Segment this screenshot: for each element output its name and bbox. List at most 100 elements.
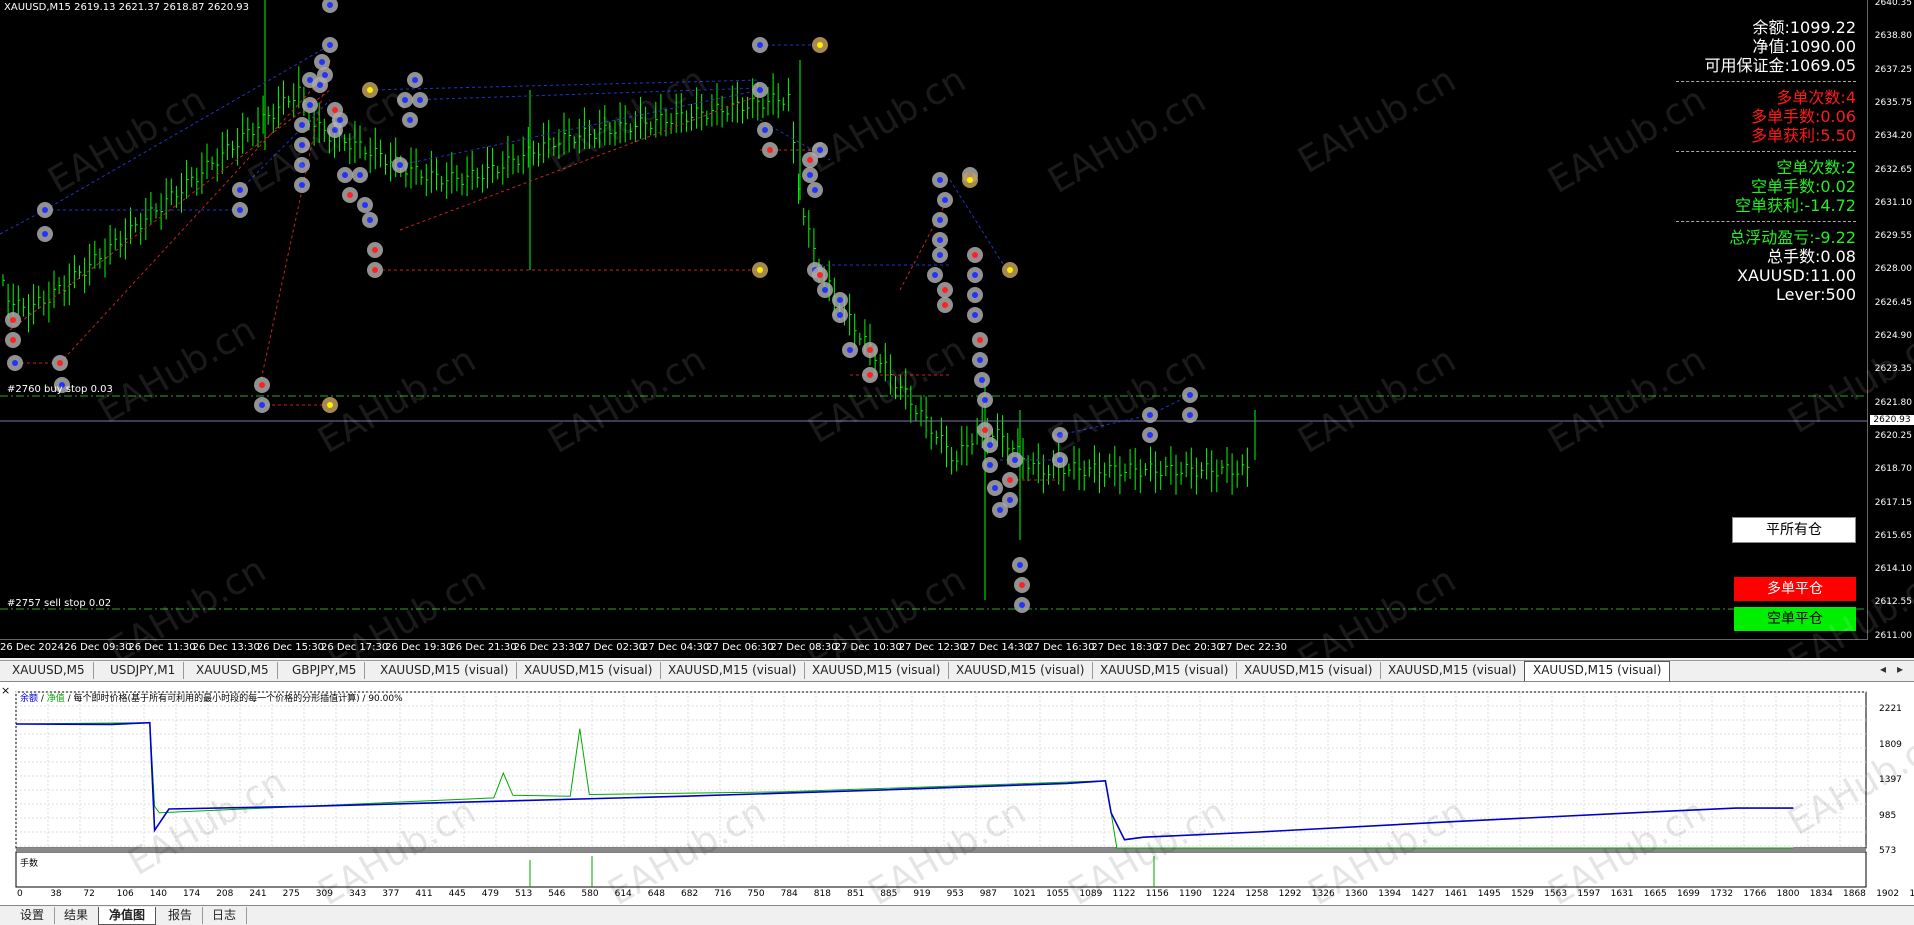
- divider: [1676, 221, 1856, 222]
- chart-tab[interactable]: XAUUSD,M15 (visual): [1380, 662, 1525, 679]
- trade-marker-dot: [1019, 602, 1025, 608]
- chart-tab[interactable]: XAUUSD,M15 (visual): [1524, 661, 1670, 681]
- graph-x-tick-label: 1190: [1179, 889, 1202, 899]
- chart-tab[interactable]: XAUUSD,M15 (visual): [516, 662, 661, 679]
- time-tick-label: 27 Dec 06:30: [706, 642, 773, 653]
- chart-tab[interactable]: XAUUSD,M15 (visual): [1236, 662, 1381, 679]
- trade-marker-dot: [977, 337, 983, 343]
- time-tick-label: 27 Dec 10:30: [835, 642, 902, 653]
- trade-marker-dot: [1007, 497, 1013, 503]
- tester-tab[interactable]: 净值图: [98, 907, 156, 925]
- graph-x-tick-label: 1868: [1843, 889, 1866, 899]
- chart-tab[interactable]: GBPJPY,M5: [284, 662, 365, 679]
- trade-link-line: [240, 100, 330, 190]
- price-tick-label: 2624.90: [1875, 331, 1912, 341]
- graph-x-tick-label: 784: [781, 889, 798, 899]
- trade-marker-dot: [10, 337, 16, 343]
- trade-link-line: [260, 60, 330, 385]
- chart-tab[interactable]: XAUUSD,M5: [188, 662, 278, 679]
- time-tick-label: 26 Dec 11:30: [128, 642, 195, 653]
- close-all-positions-button[interactable]: 平所有仓: [1732, 517, 1856, 543]
- trade-marker-dot: [299, 162, 305, 168]
- trade-marker-dot: [327, 2, 333, 8]
- graph-x-tick-label: 1766: [1743, 889, 1766, 899]
- trade-link-line: [370, 80, 760, 90]
- chart-tab[interactable]: XAUUSD,M15 (visual): [948, 662, 1093, 679]
- time-tick-label: 27 Dec 04:30: [642, 642, 709, 653]
- time-tick-label: 26 Dec 13:30: [193, 642, 260, 653]
- trade-marker-dot: [397, 162, 403, 168]
- graph-x-tick-label: 987: [980, 889, 997, 899]
- trade-marker-dot: [942, 197, 948, 203]
- trade-marker-dot: [817, 147, 823, 153]
- time-tick-label: 26 Dec 17:30: [321, 642, 388, 653]
- time-tick-label: 26 Dec 2024: [0, 642, 64, 653]
- graph-x-tick-label: 1461: [1445, 889, 1468, 899]
- legend-balance: 余额: [20, 694, 38, 704]
- graph-x-tick-label: 818: [814, 889, 831, 899]
- tester-tab[interactable]: 设置: [10, 907, 55, 924]
- trade-marker-dot: [937, 217, 943, 223]
- price-tick-label: 2617.15: [1875, 498, 1912, 508]
- chart-tab[interactable]: XAUUSD,M15 (visual): [1092, 662, 1237, 679]
- trade-marker-dot: [812, 187, 818, 193]
- chart-tab[interactable]: USDJPY,M1: [102, 662, 184, 679]
- tester-tab[interactable]: 日志: [202, 907, 247, 924]
- time-tick-label: 26 Dec 21:30: [449, 642, 516, 653]
- chart-tab[interactable]: XAUUSD,M15 (visual): [660, 662, 805, 679]
- trade-marker-dot: [932, 272, 938, 278]
- trade-marker-dot: [367, 87, 373, 93]
- time-tick-label: 27 Dec 22:30: [1220, 642, 1287, 653]
- close-icon[interactable]: ×: [1, 684, 10, 697]
- chart-tab[interactable]: XAUUSD,M15 (visual): [804, 662, 949, 679]
- graph-x-tick-label: 614: [615, 889, 632, 899]
- tester-tab[interactable]: 报告: [158, 907, 203, 924]
- graph-x-tick-label: 1834: [1810, 889, 1833, 899]
- graph-x-tick-label: 1224: [1212, 889, 1235, 899]
- trade-marker-dot: [937, 237, 943, 243]
- graph-x-tick-label: 513: [515, 889, 532, 899]
- long-profit-text: 多单获利:5.50: [1676, 126, 1856, 145]
- trade-marker-dot: [937, 177, 943, 183]
- chart-tab[interactable]: XAUUSD,M15 (visual): [372, 662, 517, 679]
- tester-tab[interactable]: 结果: [54, 907, 99, 924]
- graph-x-tick-label: 241: [249, 889, 266, 899]
- graph-x-tick-label: 1394: [1378, 889, 1401, 899]
- sell-stop-order-label: #2757 sell stop 0.02: [7, 598, 111, 609]
- graph-x-tick-label: 72: [83, 889, 94, 899]
- trade-marker-dot: [347, 192, 353, 198]
- trade-marker-dot: [987, 442, 993, 448]
- trade-link-line: [60, 70, 330, 363]
- trade-marker-dot: [867, 372, 873, 378]
- graph-x-tick-label: 1055: [1046, 889, 1069, 899]
- price-chart-window[interactable]: XAUUSD,M15 2619.13 2621.37 2618.87 2620.…: [0, 0, 1914, 658]
- graph-x-tick-label: 106: [117, 889, 134, 899]
- graph-x-tick-label: 445: [449, 889, 466, 899]
- tab-scroll-left-icon[interactable]: ◂: [1880, 662, 1886, 676]
- tab-scroll-right-icon[interactable]: ▸: [1897, 662, 1903, 676]
- graph-x-tick-label: 174: [183, 889, 200, 899]
- trade-marker-dot: [757, 267, 763, 273]
- trade-marker-dot: [967, 177, 973, 183]
- legend-description: / 每个即时价格(基于所有可利用的最小时段的每一个价格的分形插值计算) / 90…: [65, 694, 403, 704]
- long-lots-text: 多单手数:0.06: [1676, 107, 1856, 126]
- trade-marker-dot: [417, 97, 423, 103]
- price-tick-label: 2618.70: [1875, 464, 1912, 474]
- trade-marker-dot: [1017, 562, 1023, 568]
- trade-marker-dot: [327, 402, 333, 408]
- graph-x-tick-label: 343: [349, 889, 366, 899]
- legend-separator: /: [38, 694, 47, 704]
- graph-x-tick-label: 208: [216, 889, 233, 899]
- trade-marker-dot: [237, 207, 243, 213]
- graph-x-tick-label: 411: [415, 889, 432, 899]
- close-short-positions-button[interactable]: 空单平仓: [1734, 607, 1856, 631]
- graph-y-tick-label: 1809: [1879, 740, 1902, 750]
- graph-x-tick-label: 1156: [1146, 889, 1169, 899]
- close-long-positions-button[interactable]: 多单平仓: [1734, 577, 1856, 601]
- time-tick-label: 27 Dec 08:30: [770, 642, 837, 653]
- trade-marker-dot: [937, 252, 943, 258]
- price-tick-label: 2631.10: [1875, 198, 1912, 208]
- chart-tab[interactable]: XAUUSD,M5: [4, 662, 94, 679]
- price-chart-canvas: [0, 0, 1914, 658]
- graph-x-tick-label: 1427: [1411, 889, 1434, 899]
